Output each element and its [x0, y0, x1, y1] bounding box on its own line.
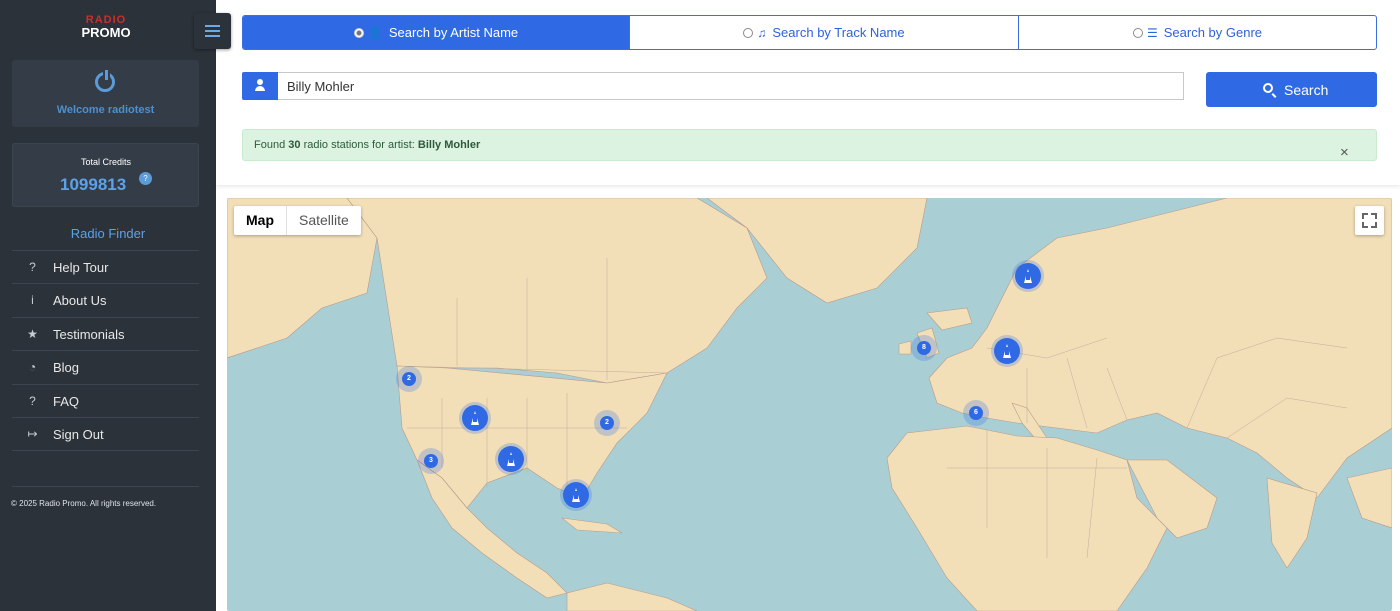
- station-cluster-marker[interactable]: 3: [418, 448, 444, 474]
- fullscreen-button[interactable]: [1355, 206, 1384, 235]
- fullscreen-icon: [1371, 213, 1377, 219]
- input-addon: [242, 72, 278, 100]
- results-artist: Billy Mohler: [417, 139, 481, 151]
- credits-value: 1099813: [60, 175, 127, 194]
- fullscreen-icon: [1362, 213, 1368, 219]
- results-middle: radio stations for artist:: [303, 139, 415, 151]
- cluster-count: 6: [969, 406, 983, 420]
- cluster-count: 2: [600, 416, 614, 430]
- tab-search-track[interactable]: ♫ Search by Track Name: [629, 16, 1018, 49]
- results-count: 30: [288, 139, 301, 151]
- results-text: Found 30 radio stations for artist: Bill…: [254, 139, 480, 151]
- fullscreen-icon: [1362, 222, 1368, 228]
- results-alert: Found 30 radio stations for artist: Bill…: [242, 129, 1377, 161]
- map-type-map-button[interactable]: Map: [234, 206, 287, 235]
- cluster-count: 8: [917, 341, 931, 355]
- welcome-panel: Welcome radiotest: [12, 60, 199, 127]
- hamburger-line: [205, 35, 220, 37]
- sidebar: RADIO PROMO Welcome radiotest Total Cred…: [0, 0, 216, 611]
- tab-label: Search by Artist Name: [388, 25, 519, 40]
- sidebar-item-label: About Us: [53, 293, 107, 309]
- station-cluster-marker[interactable]: 6: [963, 400, 989, 426]
- menu-toggle-button[interactable]: [194, 13, 231, 49]
- radio-promo-logo[interactable]: RADIO PROMO: [80, 14, 132, 46]
- tab-search-genre[interactable]: ☰ Search by Genre: [1018, 16, 1376, 49]
- search-panel: 👤 Search by Artist Name ♫ Search by Trac…: [216, 0, 1400, 185]
- results-prefix: Found: [254, 139, 286, 151]
- radio-icon: [1132, 27, 1143, 38]
- search-button-label: Search: [1284, 82, 1329, 98]
- hamburger-line: [205, 25, 220, 27]
- music-icon: ♫: [757, 25, 767, 40]
- list-icon: ☰: [1146, 25, 1158, 40]
- radio-tower-marker[interactable]: [1015, 263, 1041, 289]
- sidebar-item-label: Help Tour: [53, 260, 109, 275]
- sidebar-item-help-tour[interactable]: ? Help Tour: [12, 250, 199, 283]
- tab-search-artist[interactable]: 👤 Search by Artist Name: [243, 16, 629, 49]
- map-type-satellite-button[interactable]: Satellite: [287, 206, 361, 235]
- radio-tower-marker[interactable]: [994, 338, 1020, 364]
- radio-icon: [353, 27, 364, 38]
- sidebar-item-testimonials[interactable]: ★ Testimonials: [12, 316, 199, 350]
- sidebar-item-label: Testimonials: [53, 326, 125, 342]
- cluster-count: 3: [424, 454, 438, 468]
- question-circle-icon: ?: [29, 260, 36, 274]
- star-icon: ★: [27, 326, 38, 341]
- tab-label: Search by Genre: [1163, 25, 1263, 40]
- world-map-land: [227, 198, 1392, 611]
- rss-icon: ◔: [28, 360, 37, 375]
- station-cluster-marker[interactable]: 2: [594, 410, 620, 436]
- radio-tower-marker[interactable]: [563, 482, 589, 508]
- radio-tower-marker[interactable]: [462, 405, 488, 431]
- sign-out-icon: ↦: [27, 426, 38, 441]
- map-type-control: Map Satellite: [234, 206, 361, 235]
- radio-icon: [743, 27, 754, 38]
- station-cluster-marker[interactable]: 2: [396, 366, 422, 392]
- artist-search-group: [242, 72, 1184, 100]
- station-cluster-marker[interactable]: 8: [911, 335, 937, 361]
- close-alert-icon[interactable]: ×: [1340, 144, 1349, 161]
- question-icon: ?: [29, 393, 36, 408]
- sidebar-item-label: FAQ: [53, 393, 80, 409]
- search-mode-selector: 👤 Search by Artist Name ♫ Search by Trac…: [242, 15, 1377, 50]
- credits-label: Total Credits: [81, 157, 132, 167]
- sidebar-item-blog[interactable]: ◔ Blog: [12, 350, 199, 383]
- cluster-count: 2: [402, 372, 416, 386]
- station-map[interactable]: Map Satellite 2 2 3 8 6: [227, 198, 1392, 611]
- power-icon[interactable]: [95, 70, 115, 92]
- info-circle-icon: i: [31, 293, 34, 308]
- nav-divider: [12, 450, 199, 451]
- copyright-text: © 2025 Radio Promo. All rights reserved.: [11, 499, 157, 508]
- radio-finder-link[interactable]: Radio Finder: [0, 226, 216, 241]
- artist-search-input[interactable]: [278, 72, 1184, 100]
- credits-help-icon[interactable]: ?: [139, 172, 152, 185]
- sidebar-item-about-us[interactable]: i About Us: [12, 283, 199, 316]
- user-icon: 👤: [367, 25, 383, 40]
- search-button[interactable]: Search: [1206, 72, 1377, 107]
- credits-panel: Total Credits 1099813 ?: [12, 143, 199, 207]
- welcome-text: Welcome radiotest: [56, 104, 155, 116]
- sidebar-item-label: Blog: [53, 360, 80, 376]
- sidebar-item-faq[interactable]: ? FAQ: [12, 383, 199, 417]
- hamburger-line: [205, 30, 220, 32]
- sidebar-item-sign-out[interactable]: ↦ Sign Out: [12, 416, 199, 450]
- search-icon: [1263, 83, 1273, 93]
- sidebar-item-label: Sign Out: [53, 426, 104, 442]
- sidebar-nav: ? Help Tour i About Us ★ Testimonials ◔ Blog? FA…: [12, 250, 199, 450]
- tab-label: Search by Track Name: [772, 25, 905, 40]
- radio-tower-marker[interactable]: [498, 446, 524, 472]
- footer-divider: [12, 486, 199, 487]
- logo-bottom-text: PROMO: [81, 25, 131, 40]
- user-icon: [255, 79, 265, 91]
- main-content: 👤 Search by Artist Name ♫ Search by Trac…: [216, 0, 1400, 611]
- fullscreen-icon: [1371, 222, 1377, 228]
